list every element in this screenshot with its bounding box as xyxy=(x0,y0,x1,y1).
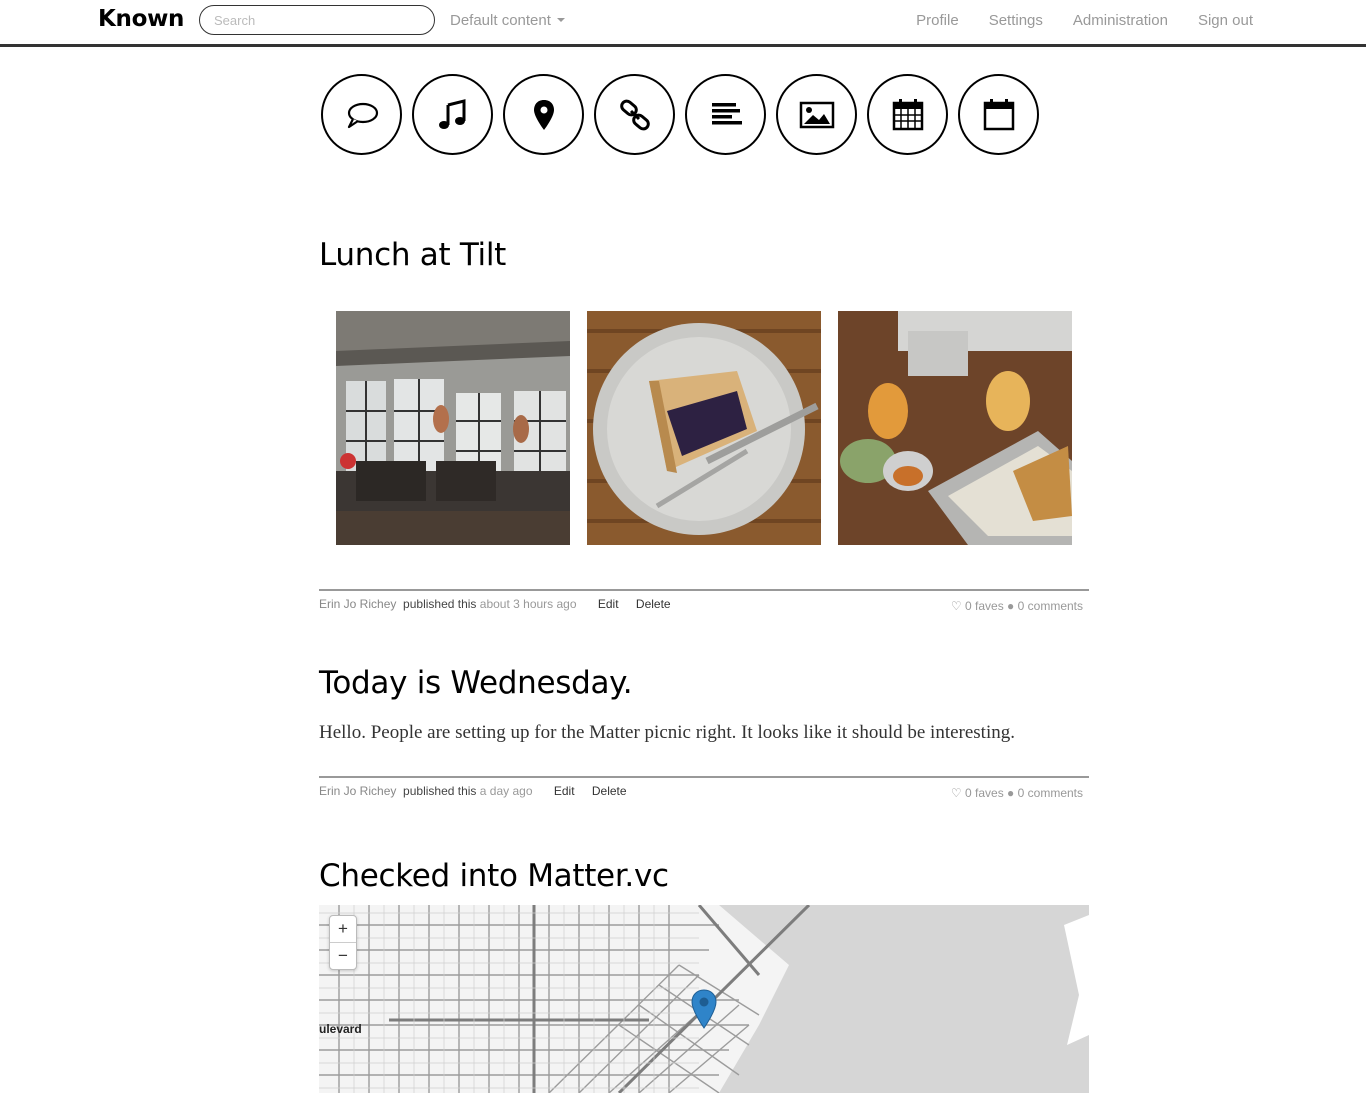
new-post-button[interactable] xyxy=(685,74,766,155)
nav-administration-link[interactable]: Administration xyxy=(1073,12,1168,29)
published-label: published this xyxy=(403,784,477,798)
pie-slice-image xyxy=(587,311,821,545)
nav-sign-out-link[interactable]: Sign out xyxy=(1198,12,1253,29)
new-checkin-button[interactable] xyxy=(503,74,584,155)
photo-restaurant-interior[interactable] xyxy=(336,311,570,545)
new-audio-button[interactable] xyxy=(412,74,493,155)
image-icon xyxy=(799,101,834,128)
heart-icon[interactable]: ♡ xyxy=(951,599,962,613)
map-zoom-control: + − xyxy=(329,915,357,970)
post-meta: Erin Jo Richey published this a day ago … xyxy=(319,776,1089,802)
photo-gallery xyxy=(336,311,1072,545)
music-note-icon xyxy=(438,98,465,129)
photo-pie-slice[interactable] xyxy=(587,311,821,545)
caret-down-icon xyxy=(556,17,565,22)
calendar-blank-icon xyxy=(983,98,1014,130)
post-body: Hello. People are setting up for the Mat… xyxy=(319,722,1015,743)
faves-count[interactable]: 0 faves xyxy=(965,599,1004,613)
top-navbar: Known Default content Profile Settings A… xyxy=(0,0,1366,47)
calendar-grid-icon xyxy=(892,98,923,130)
speech-bubble-icon xyxy=(347,102,378,128)
checkin-map[interactable]: + − ulevard xyxy=(319,905,1089,1093)
search-input[interactable] xyxy=(199,5,435,35)
post-time[interactable]: a day ago xyxy=(480,784,533,798)
delete-link[interactable]: Delete xyxy=(592,784,627,798)
heart-icon[interactable]: ♡ xyxy=(951,786,962,800)
link-icon xyxy=(619,99,650,130)
post-author[interactable]: Erin Jo Richey xyxy=(319,597,396,611)
map-street-label: ulevard xyxy=(319,1022,362,1036)
map-marker-pin-icon[interactable] xyxy=(691,989,717,1029)
delete-link[interactable]: Delete xyxy=(636,597,671,611)
photo-lunch-table[interactable] xyxy=(838,311,1072,545)
lunch-table-image xyxy=(838,311,1072,545)
restaurant-interior-image xyxy=(336,311,570,545)
new-rsvp-button[interactable] xyxy=(958,74,1039,155)
post-title[interactable]: Checked into Matter.vc xyxy=(319,858,669,894)
site-brand[interactable]: Known xyxy=(98,6,184,32)
post-author[interactable]: Erin Jo Richey xyxy=(319,784,396,798)
nav-profile-link[interactable]: Profile xyxy=(916,12,959,29)
nav-links: Profile Settings Administration Sign out xyxy=(916,12,1253,29)
content-filter-dropdown[interactable]: Default content xyxy=(450,12,565,29)
text-lines-icon xyxy=(711,102,742,124)
map-marker-icon xyxy=(533,99,554,130)
post-title[interactable]: Today is Wednesday. xyxy=(319,665,633,701)
post-title[interactable]: Lunch at Tilt xyxy=(319,237,506,273)
new-bookmark-button[interactable] xyxy=(594,74,675,155)
nav-settings-link[interactable]: Settings xyxy=(989,12,1043,29)
faves-count[interactable]: 0 faves xyxy=(965,786,1004,800)
comments-count[interactable]: 0 comments xyxy=(1018,786,1083,800)
new-status-button[interactable] xyxy=(321,74,402,155)
comment-icon[interactable]: ● xyxy=(1007,599,1014,613)
post-time[interactable]: about 3 hours ago xyxy=(480,597,577,611)
comment-icon[interactable]: ● xyxy=(1007,786,1014,800)
comments-count[interactable]: 0 comments xyxy=(1018,599,1083,613)
post-meta: Erin Jo Richey published this about 3 ho… xyxy=(319,589,1089,615)
edit-link[interactable]: Edit xyxy=(554,784,575,798)
published-label: published this xyxy=(403,597,477,611)
new-photo-button[interactable] xyxy=(776,74,857,155)
zoom-in-button[interactable]: + xyxy=(330,916,356,942)
content-type-bar xyxy=(321,74,1039,155)
edit-link[interactable]: Edit xyxy=(598,597,619,611)
zoom-out-button[interactable]: − xyxy=(330,942,356,969)
new-event-button[interactable] xyxy=(867,74,948,155)
content-filter-label: Default content xyxy=(450,12,551,29)
